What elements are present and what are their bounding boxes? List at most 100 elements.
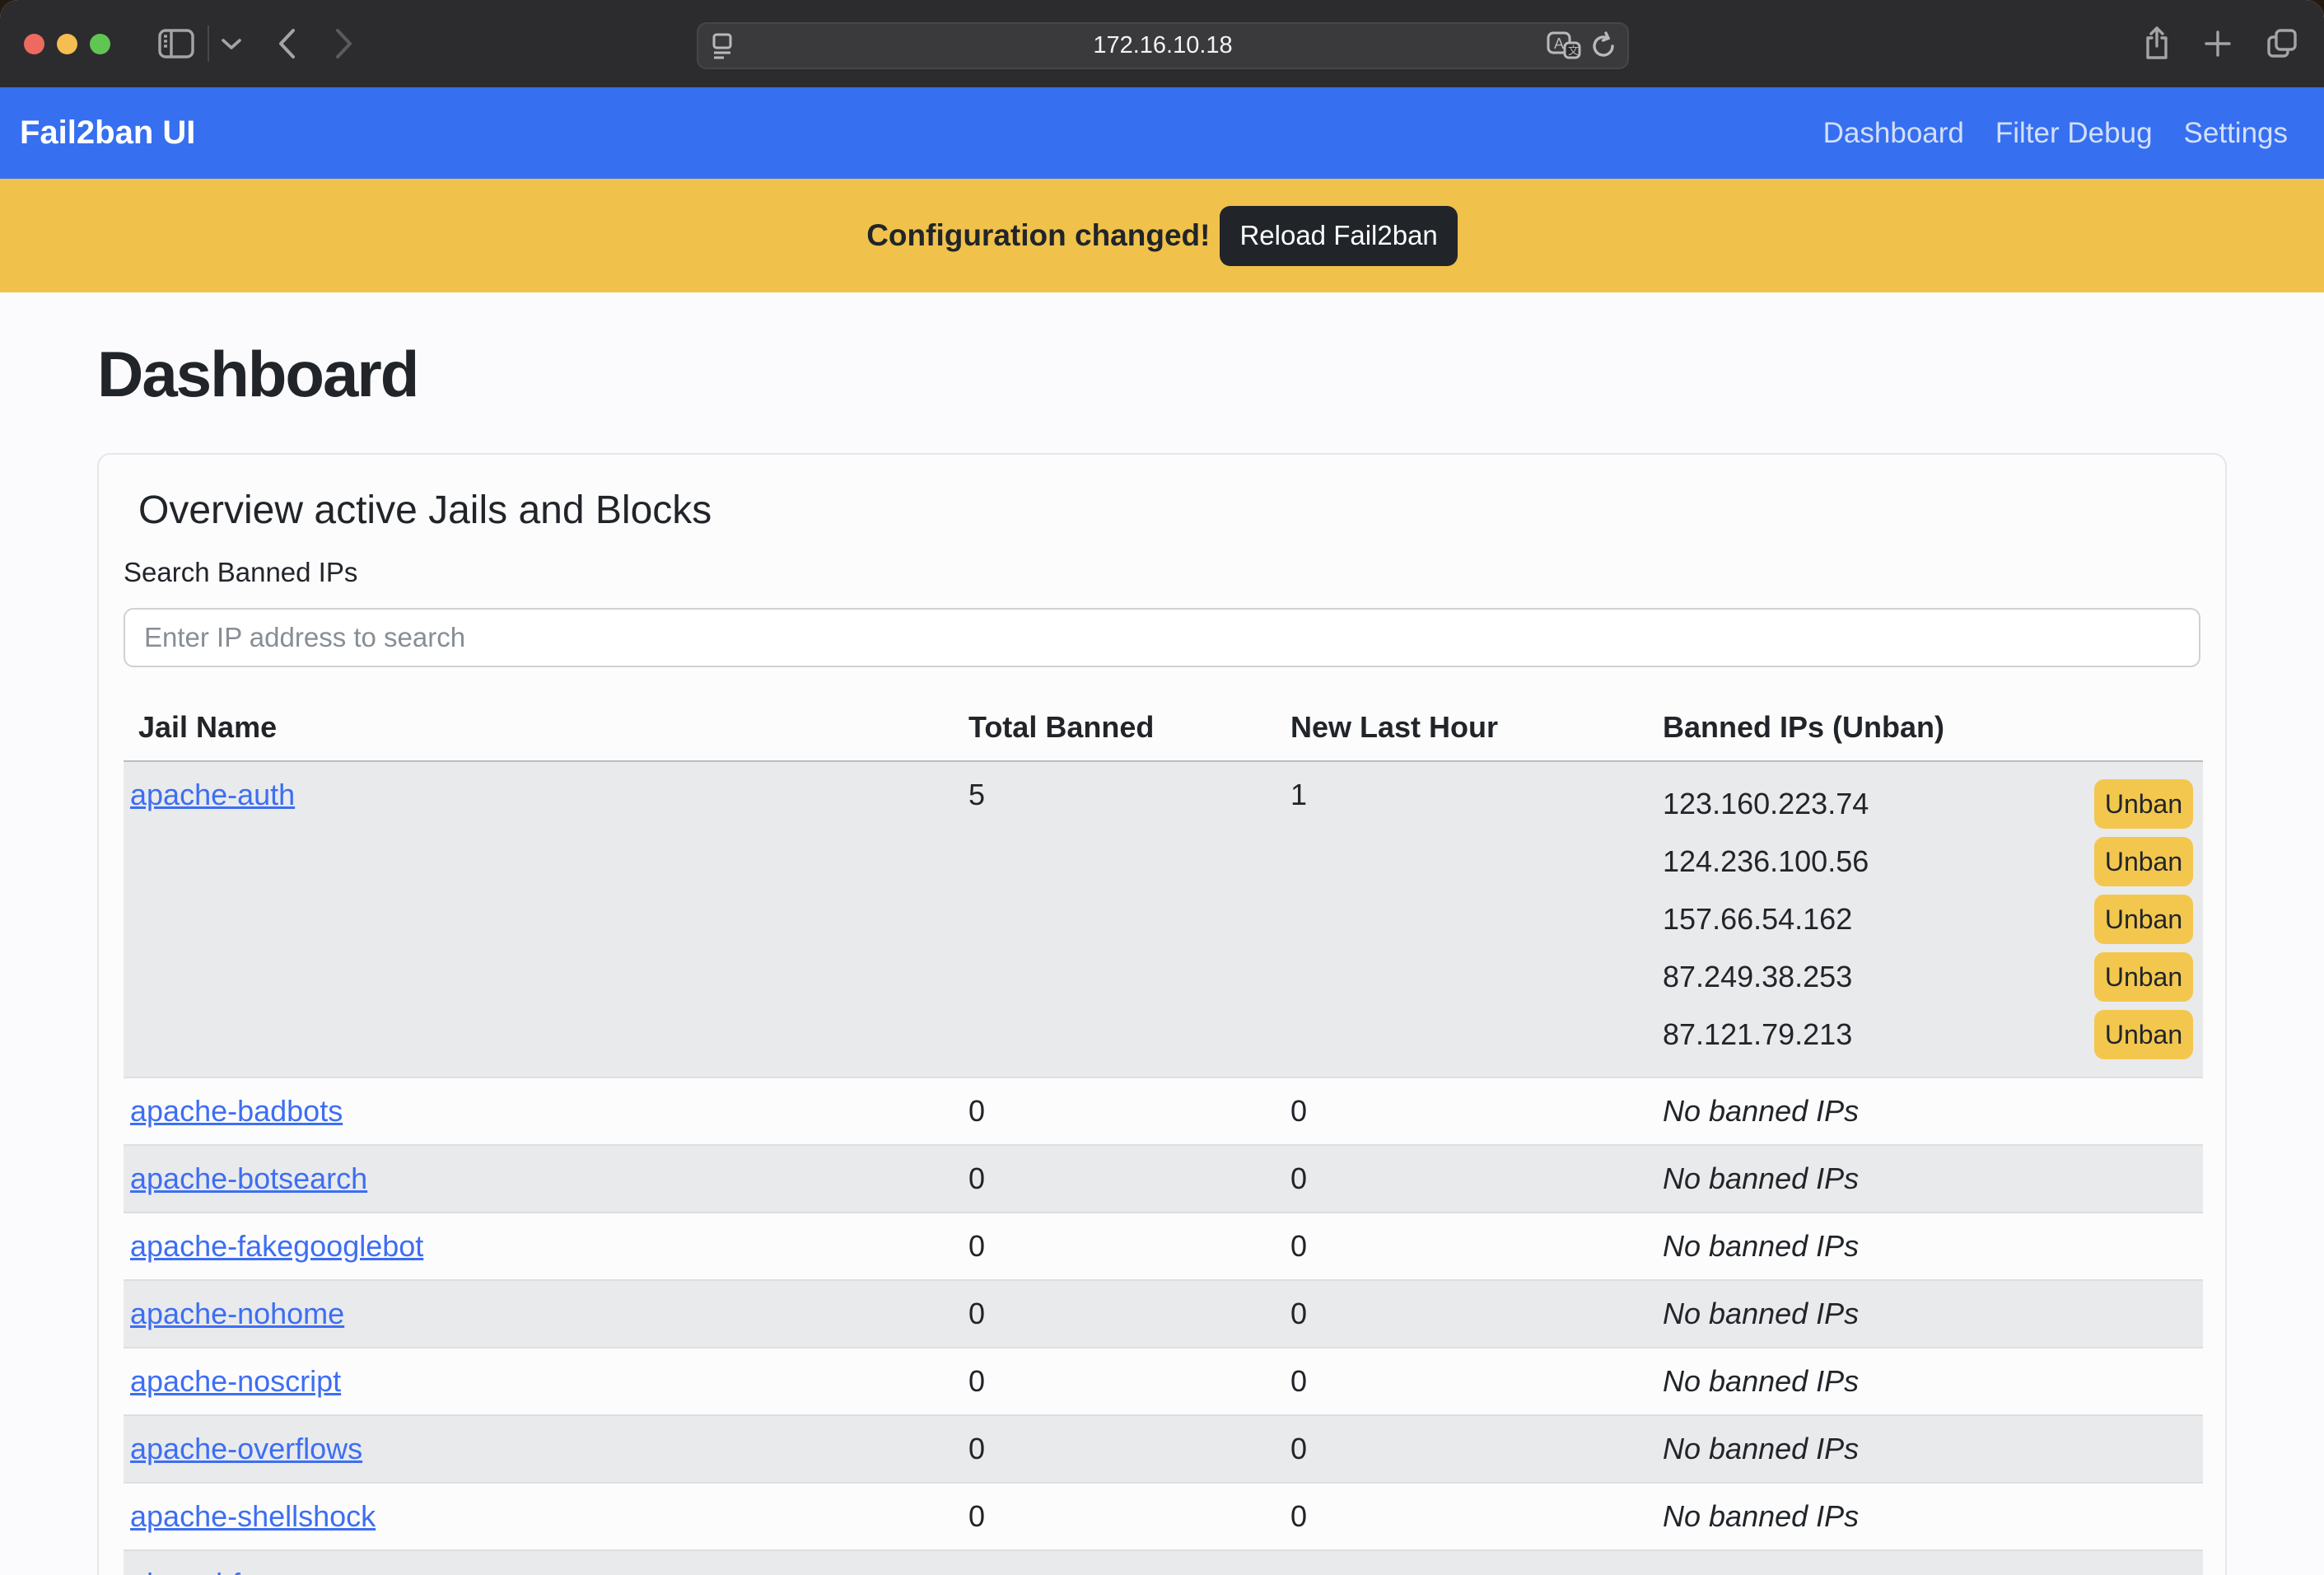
jail-link[interactable]: apache-botsearch [130,1161,367,1195]
config-changed-banner: Configuration changed! Reload Fail2ban [0,179,2324,292]
total-banned-cell [962,1550,1284,1575]
new-last-hour-cell: 0 [1284,1415,1656,1483]
banned-ip: 87.249.38.253 [1663,955,1852,999]
no-banned-ips-label: No banned IPs [1663,1094,1859,1128]
share-icon[interactable] [2144,26,2169,61]
table-row: apache-badbots00No banned IPs [124,1077,2203,1145]
unban-button[interactable]: Unban [2094,837,2193,886]
total-banned-cell: 0 [962,1280,1284,1348]
new-last-hour-cell: 0 [1284,1280,1656,1348]
reload-icon[interactable] [1589,31,1617,61]
jail-name-cell: apache-fakegooglebot [124,1213,962,1280]
table-row: apache-auth51123.160.223.74Unban124.236.… [124,761,2203,1077]
total-banned-cell: 0 [962,1145,1284,1213]
jail-link[interactable]: apache-shellshock [130,1499,376,1533]
jail-name-cell: php-url-fopen [124,1550,962,1575]
chevron-down-icon[interactable] [221,37,242,50]
jails-tbody: apache-auth51123.160.223.74Unban124.236.… [124,761,2203,1575]
header-new-last-hour: New Last Hour [1284,687,1656,761]
no-banned-ips-label: No banned IPs [1663,1499,1859,1533]
unban-button[interactable]: Unban [2094,952,2193,1002]
page-content: Dashboard Overview active Jails and Bloc… [0,342,2324,1575]
table-row: apache-fakegooglebot00No banned IPs [124,1213,2203,1280]
jail-name-cell: apache-noscript [124,1348,962,1415]
browser-window: 172.16.10.18 A 文 [0,0,2324,1575]
brand[interactable]: Fail2ban UI [20,115,195,152]
banned-ips-cell [1656,1550,2203,1575]
no-banned-ips-label: No banned IPs [1663,1161,1859,1195]
jail-name-cell: apache-nohome [124,1280,962,1348]
new-last-hour-cell: 0 [1284,1077,1656,1145]
table-row: apache-nohome00No banned IPs [124,1280,2203,1348]
app-navbar: Fail2ban UI Dashboard Filter Debug Setti… [0,87,2324,179]
jail-link[interactable]: apache-fakegooglebot [130,1229,423,1263]
header-banned-ips: Banned IPs (Unban) [1656,687,2203,761]
nav-link-settings[interactable]: Settings [2168,117,2304,150]
banned-ip-row: 157.66.54.162 Unban [1663,890,2203,948]
close-window-button[interactable] [24,34,44,54]
unban-button[interactable]: Unban [2094,779,2193,829]
translate-icon[interactable]: A 文 [1547,31,1581,61]
jail-name-cell: apache-badbots [124,1077,962,1145]
unban-button[interactable]: Unban [2094,1010,2193,1059]
unban-button[interactable]: Unban [2094,895,2193,944]
banned-ips-cell: No banned IPs [1656,1145,2203,1213]
svg-text:A: A [1554,35,1564,52]
table-row: apache-shellshock00No banned IPs [124,1483,2203,1550]
nav-link-filter-debug[interactable]: Filter Debug [1980,117,2168,150]
total-banned-cell: 5 [962,761,1284,1077]
back-button-icon[interactable] [277,27,296,60]
jail-name-cell: apache-auth [124,761,962,1077]
new-last-hour-cell [1284,1550,1656,1575]
total-banned-cell: 0 [962,1348,1284,1415]
jail-link[interactable]: php-url-fopen [130,1567,306,1575]
tab-overview-icon[interactable] [2266,28,2298,59]
banned-ip-row: 87.249.38.253 Unban [1663,948,2203,1006]
url-text[interactable]: 172.16.10.18 [698,32,1627,59]
zoom-window-button[interactable] [90,34,110,54]
jail-link[interactable]: apache-auth [130,778,295,811]
total-banned-cell: 0 [962,1415,1284,1483]
banned-ips-cell: No banned IPs [1656,1483,2203,1550]
jails-table: Jail Name Total Banned New Last Hour Ban… [124,687,2203,1575]
total-banned-cell: 0 [962,1077,1284,1145]
no-banned-ips-label: No banned IPs [1663,1297,1859,1330]
jail-name-cell: apache-overflows [124,1415,962,1483]
sidebar-toggle-icon[interactable] [158,29,194,58]
toolbar-separator [208,26,209,62]
minimize-window-button[interactable] [57,34,77,54]
jail-link[interactable]: apache-nohome [130,1297,344,1330]
new-tab-icon[interactable] [2204,30,2232,58]
reload-fail2ban-button[interactable]: Reload Fail2ban [1220,206,1457,266]
no-banned-ips-label: No banned IPs [1663,1432,1859,1465]
banned-ips-cell: No banned IPs [1656,1077,2203,1145]
banned-ip: 157.66.54.162 [1663,897,1852,942]
total-banned-cell: 0 [962,1483,1284,1550]
banned-ips-cell: 123.160.223.74Unban124.236.100.56Unban15… [1656,761,2203,1077]
no-banned-ips-label: No banned IPs [1663,1364,1859,1398]
jail-link[interactable]: apache-noscript [130,1364,341,1398]
banned-ip-row: 87.121.79.213 Unban [1663,1006,2203,1063]
search-input[interactable] [124,608,2200,667]
new-last-hour-cell: 0 [1284,1483,1656,1550]
forward-button-icon[interactable] [334,27,354,60]
nav-link-dashboard[interactable]: Dashboard [1808,117,1980,150]
search-label: Search Banned IPs [124,557,2200,588]
titlebar: 172.16.10.18 A 文 [0,0,2324,87]
banned-ip: 87.121.79.213 [1663,1012,1852,1057]
traffic-lights [24,34,110,54]
header-total-banned: Total Banned [962,687,1284,761]
jail-link[interactable]: apache-badbots [130,1094,343,1128]
banned-ip-row: 123.160.223.74Unban [1663,775,2203,833]
card-heading: Overview active Jails and Blocks [138,491,2200,530]
page-title: Dashboard [97,342,2227,406]
header-jail-name: Jail Name [124,687,962,761]
new-last-hour-cell: 0 [1284,1145,1656,1213]
address-bar[interactable]: 172.16.10.18 A 文 [697,22,1629,69]
banned-ip-row: 124.236.100.56Unban [1663,833,2203,890]
nav-links: Dashboard Filter Debug Settings [1808,117,2304,150]
jail-link[interactable]: apache-overflows [130,1432,362,1465]
new-last-hour-cell: 0 [1284,1348,1656,1415]
overview-card: Overview active Jails and Blocks Search … [97,453,2227,1575]
new-last-hour-cell: 0 [1284,1213,1656,1280]
